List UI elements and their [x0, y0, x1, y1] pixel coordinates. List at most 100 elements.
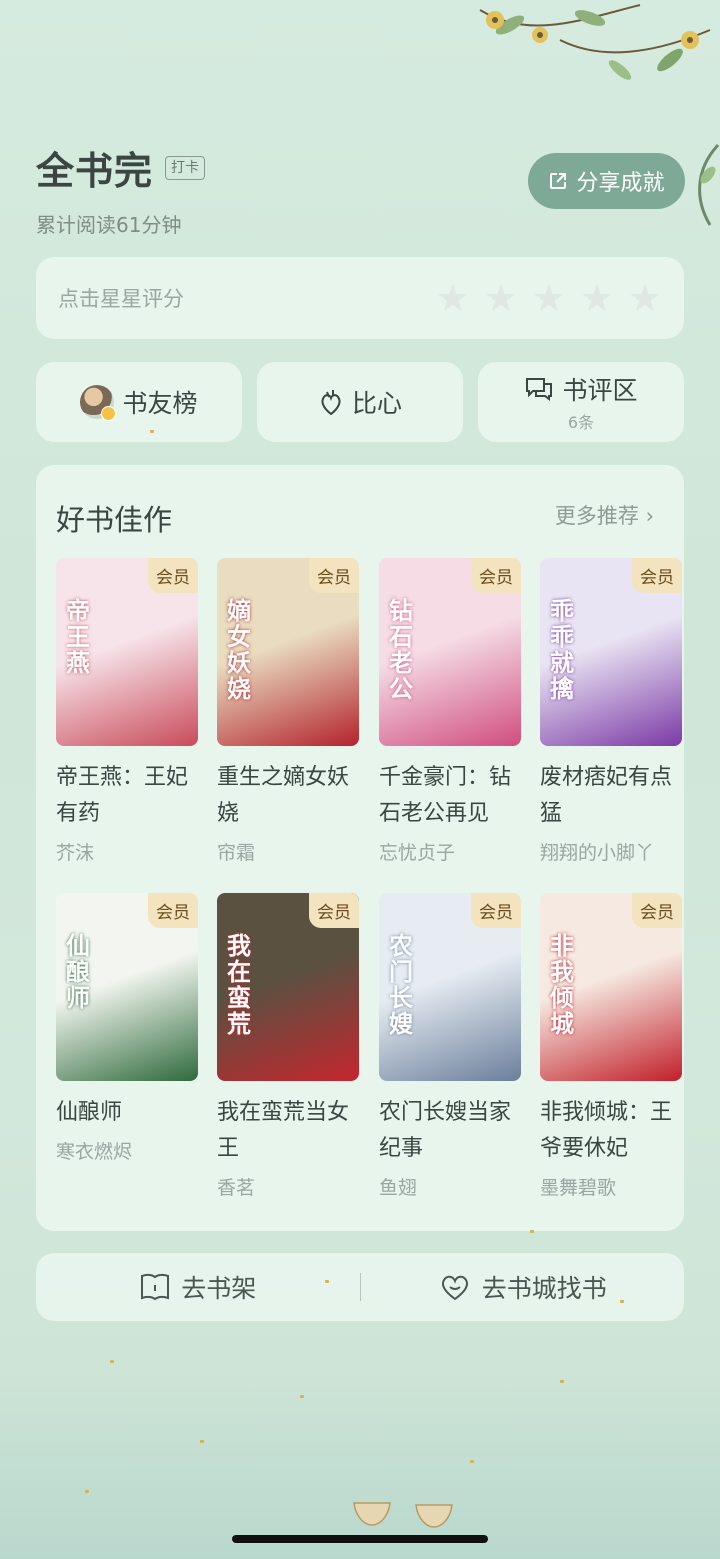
sparkle — [325, 1280, 329, 1283]
book-title[interactable]: 我在蛮荒当女王 — [217, 1095, 359, 1167]
comments-count: 6条 — [567, 413, 595, 432]
friends-rank-label: 书友榜 — [122, 389, 198, 418]
sparkle — [110, 1360, 114, 1363]
book-cover[interactable]: 嫡女妖娆 会员 — [217, 558, 359, 746]
completion-header: 全书完 打卡 累计阅读61分钟 — [36, 140, 206, 238]
book-cover[interactable]: 非我倾城 会员 — [540, 893, 682, 1081]
vip-badge: 会员 — [471, 893, 521, 928]
book-title[interactable]: 废材痞妃有点猛 — [540, 760, 682, 832]
heart-hand-icon — [321, 390, 341, 416]
sparkle — [620, 1300, 624, 1303]
avatar — [80, 385, 117, 421]
book-card[interactable]: 帝王燕 会员帝王燕：王妃有药芥沫 — [56, 558, 198, 865]
send-heart-label: 比心 — [351, 389, 402, 418]
vip-badge: 会员 — [148, 893, 198, 928]
sparkle — [300, 1395, 304, 1398]
sparkle — [560, 1380, 564, 1383]
cover-title: 乖乖就擒 — [550, 596, 574, 703]
star-icon-4[interactable]: ★ — [580, 279, 614, 317]
comments-label: 书评区 — [562, 376, 638, 405]
comments-button[interactable]: 书评区 6条 — [478, 362, 684, 442]
vip-badge: 会员 — [632, 558, 682, 593]
book-card[interactable]: 仙酿师 会员仙酿师寒衣燃烬 — [56, 893, 198, 1164]
book-author: 翔翔的小脚丫 — [540, 842, 655, 864]
go-store-label: 去书城找书 — [481, 1274, 607, 1303]
cover-title: 帝王燕 — [66, 596, 90, 677]
rating-stars: ★ ★ ★ ★ ★ — [436, 279, 662, 317]
book-author: 香茗 — [217, 1177, 256, 1199]
go-store-button[interactable]: 去书城找书 — [361, 1269, 685, 1305]
book-title[interactable]: 农门长嫂当家纪事 — [379, 1095, 521, 1167]
sparkle — [530, 1230, 534, 1233]
book-cover[interactable]: 乖乖就擒 会员 — [540, 558, 682, 746]
book-title[interactable]: 仙酿师 — [56, 1095, 198, 1131]
book-title[interactable]: 非我倾城：王爷要休妃 — [540, 1095, 682, 1167]
book-title[interactable]: 千金豪门：钻石老公再见 — [379, 760, 521, 832]
rating-hint: 点击星星评分 — [58, 287, 184, 311]
book-cover[interactable]: 钻石老公 会员 — [379, 558, 521, 746]
recommend-section: 好书佳作 更多推荐 › 帝王燕 会员 帝王燕：王妃有药 芥沫 嫡女妖娆 会员 重生之嫡女妖娆… — [36, 465, 684, 1231]
vip-badge: 会员 — [471, 558, 521, 593]
rating-card: 点击星星评分 ★ ★ ★ ★ ★ — [36, 257, 684, 339]
book-title[interactable]: 重生之嫡女妖娆 — [217, 760, 359, 832]
book-card[interactable]: 乖乖就擒 会员废材痞妃有点猛翔翔的小脚丫 — [540, 558, 682, 865]
flower-decoration — [479, 4, 711, 80]
book-title[interactable]: 帝王燕：王妃有药 — [56, 760, 198, 832]
more-recommend-link[interactable]: 更多推荐 › — [555, 500, 654, 530]
go-shelf-label: 去书架 — [181, 1274, 257, 1303]
book-card[interactable]: 我在蛮荒 会员我在蛮荒当女王香茗 — [217, 893, 359, 1200]
share-achievement-button[interactable]: 分享成就 — [528, 153, 685, 209]
cover-title: 嫡女妖娆 — [227, 596, 251, 703]
book-cover[interactable]: 农门长嫂 会员 — [379, 893, 521, 1081]
book-author: 鱼翅 — [379, 1177, 418, 1199]
cover-title: 农门长嫂 — [389, 931, 413, 1038]
book-card[interactable]: 嫡女妖娆 会员重生之嫡女妖娆帘霜 — [217, 558, 359, 865]
vip-badge: 会员 — [632, 893, 682, 928]
book-author: 帘霜 — [217, 842, 256, 864]
cover-title: 非我倾城 — [550, 931, 574, 1038]
sparkle — [150, 430, 154, 433]
home-indicator[interactable] — [232, 1535, 488, 1543]
teacup-decoration — [353, 1502, 453, 1528]
send-heart-button[interactable]: 比心 — [257, 362, 463, 442]
store-heart-icon — [441, 1275, 468, 1301]
more-recommend-label: 更多推荐 — [554, 504, 639, 528]
book-author: 忘忧贞子 — [379, 842, 456, 864]
book-card[interactable]: 农门长嫂 会员农门长嫂当家纪事鱼翅 — [379, 893, 521, 1200]
cover-title: 仙酿师 — [66, 931, 90, 1012]
vip-badge: 会员 — [148, 558, 198, 593]
cover-title: 钻石老公 — [389, 596, 413, 703]
bottom-nav: 去书架 去书城找书 — [36, 1253, 684, 1321]
action-row: 书友榜 比心 书评区 6条 — [36, 362, 684, 442]
book-cover[interactable]: 仙酿师 会员 — [56, 893, 198, 1081]
book-author: 芥沫 — [56, 842, 95, 864]
book-author: 寒衣燃烬 — [56, 1141, 133, 1163]
share-label: 分享成就 — [576, 171, 665, 196]
friends-rank-button[interactable]: 书友榜 — [36, 362, 242, 442]
reading-time: 累计阅读61分钟 — [36, 213, 182, 237]
book-cover[interactable]: 帝王燕 会员 — [56, 558, 198, 746]
cover-title: 我在蛮荒 — [227, 931, 251, 1038]
book-card[interactable]: 非我倾城 会员非我倾城：王爷要休妃墨舞碧歌 — [540, 893, 682, 1200]
checkin-tag[interactable]: 打卡 — [165, 155, 206, 180]
star-icon-1[interactable]: ★ — [436, 279, 470, 317]
star-icon-3[interactable]: ★ — [532, 279, 566, 317]
chevron-right-icon: › — [645, 504, 654, 528]
sparkle — [85, 1490, 89, 1493]
star-icon-2[interactable]: ★ — [484, 279, 518, 317]
sparkle — [200, 1440, 204, 1443]
book-card[interactable]: 钻石老公 会员千金豪门：钻石老公再见忘忧贞子 — [379, 558, 521, 865]
recommend-title: 好书佳作 — [56, 503, 173, 537]
leaf-decoration — [698, 143, 720, 226]
vip-badge: 会员 — [309, 558, 359, 593]
bookshelf-icon — [141, 1273, 170, 1301]
share-icon — [550, 173, 567, 189]
go-shelf-button[interactable]: 去书架 — [36, 1269, 360, 1305]
vip-badge: 会员 — [309, 893, 359, 928]
sparkle — [470, 1460, 474, 1463]
comment-icon — [526, 378, 553, 401]
page-title: 全书完 — [36, 149, 154, 193]
star-icon-5[interactable]: ★ — [628, 279, 662, 317]
book-cover[interactable]: 我在蛮荒 会员 — [217, 893, 359, 1081]
book-author: 墨舞碧歌 — [540, 1177, 617, 1199]
